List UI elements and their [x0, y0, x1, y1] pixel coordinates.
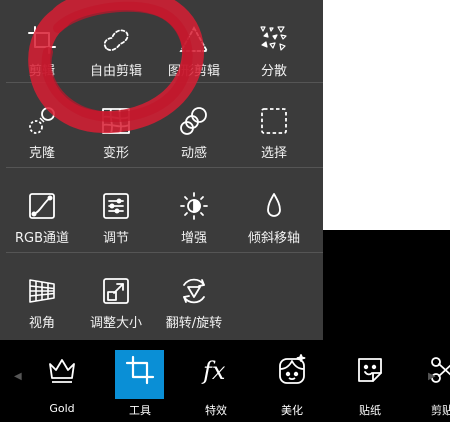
tool-motion[interactable]: 动感	[154, 83, 234, 167]
tools-row-4: 视角 调整大小 翻转/旋转	[0, 253, 323, 340]
warp-icon	[100, 105, 132, 137]
svg-text:fx: fx	[201, 357, 226, 385]
bottom-tab-label: 工具	[129, 404, 151, 417]
tool-disperse[interactable]: 分散	[234, 0, 314, 84]
bottom-tab-label: 剪贴	[431, 404, 450, 417]
enhance-icon	[178, 190, 210, 222]
bottom-tab-label: 特效	[205, 404, 227, 417]
rgb-curve-icon	[26, 190, 58, 222]
bottom-toolbar: ◀ Gold 工具 fx 特效 美化 贴纸 剪贴 ▶	[0, 340, 450, 422]
resize-icon	[100, 275, 132, 307]
tool-label: 翻转/旋转	[165, 316, 223, 331]
clone-icon	[26, 105, 58, 137]
crop-icon	[26, 24, 58, 56]
tools-row-3: RGB通道 调节 增强 倾斜移轴	[0, 168, 323, 252]
bottom-tab-label: 贴纸	[359, 404, 381, 417]
tool-flip-rotate[interactable]: 翻转/旋转	[154, 253, 234, 337]
tool-label: 选择	[260, 146, 287, 161]
crown-icon	[46, 354, 78, 386]
tools-row-2: 克隆 变形 动感 选择	[0, 83, 323, 167]
beautify-face-icon	[276, 354, 308, 386]
perspective-icon	[26, 275, 58, 307]
motion-icon	[178, 105, 210, 137]
freeform-cut-icon	[100, 24, 132, 56]
bottom-tab-label: 美化	[281, 404, 303, 417]
bottom-tab-gold[interactable]: Gold	[22, 340, 102, 422]
tool-enhance[interactable]: 增强	[154, 168, 234, 252]
tools-row-1: 剪辑 自由剪辑 图形剪辑 分散	[0, 0, 323, 82]
crop-icon	[124, 354, 156, 386]
bottom-tab-effects[interactable]: fx 特效	[176, 340, 256, 422]
tilt-shift-icon	[258, 190, 290, 222]
tool-label: 倾斜移轴	[247, 231, 300, 246]
bottom-tab-sticker[interactable]: 贴纸	[330, 340, 410, 422]
bottom-tab-beautify[interactable]: 美化	[252, 340, 332, 422]
photo-canvas-dark-area	[323, 230, 450, 340]
scroll-right-arrow-icon[interactable]: ▶	[428, 371, 436, 382]
adjust-icon	[100, 190, 132, 222]
tool-tilt-shift[interactable]: 倾斜移轴	[234, 168, 314, 252]
tool-shape-cut[interactable]: 图形剪辑	[154, 0, 234, 84]
tool-selection[interactable]: 选择	[234, 83, 314, 167]
fx-icon: fx	[200, 354, 232, 386]
flip-rotate-icon	[178, 275, 210, 307]
sticker-icon	[354, 354, 386, 386]
photo-canvas-area	[323, 0, 450, 230]
bottom-tab-tools[interactable]: 工具	[100, 340, 180, 422]
disperse-icon	[258, 24, 290, 56]
shape-cut-icon	[178, 24, 210, 56]
scroll-left-arrow-icon[interactable]: ◀	[14, 371, 22, 382]
bottom-tab-label: Gold	[49, 402, 75, 415]
bottom-tab-cutout[interactable]: 剪贴	[402, 340, 450, 422]
tool-label: 分散	[260, 64, 287, 79]
selection-icon	[258, 105, 290, 137]
tools-panel: 剪辑 自由剪辑 图形剪辑 分散 克隆 变形 动感 选择 RGB通道 调节 增强 …	[0, 0, 323, 340]
